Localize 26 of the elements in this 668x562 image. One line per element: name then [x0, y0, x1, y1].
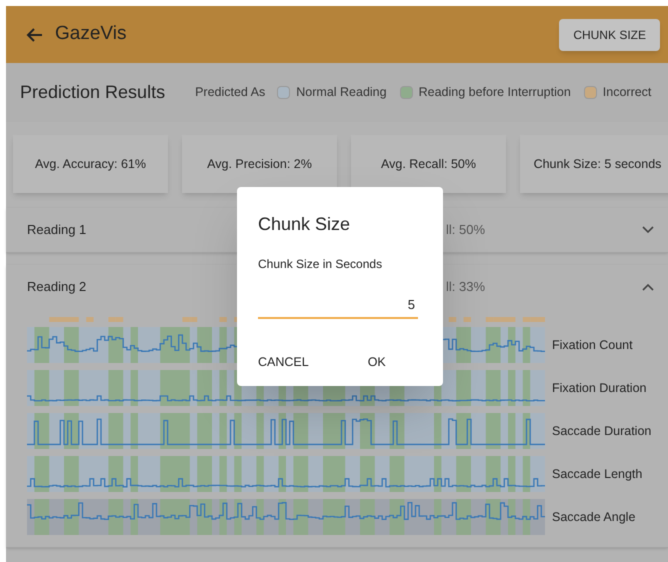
dialog-button[interactable]: CANCEL [252, 348, 315, 376]
chart-label: Saccade Angle [552, 508, 636, 526]
metric-card: Avg. Precision: 2% [182, 135, 337, 193]
chart-label: Saccade Length [552, 466, 642, 483]
chart-label: Fixation Count [552, 336, 633, 354]
dialog-title: Chunk Size [258, 213, 352, 236]
reading-summary: ll: 33% [446, 278, 486, 296]
field-label: Chunk Size in Seconds [258, 256, 384, 273]
chevron-down-icon[interactable] [642, 226, 654, 234]
metric-card: Avg. Accuracy: 61% [13, 135, 168, 193]
chart-label: Saccade Duration [552, 422, 652, 440]
legend-text: Normal Reading [296, 84, 387, 102]
dialog-button[interactable]: OK [338, 348, 415, 376]
metric-card: Chunk Size: 5 seconds [520, 135, 668, 193]
chunk-size-button[interactable]: CHUNK SIZE [559, 18, 660, 50]
metric-card: Avg. Recall: 50% [351, 135, 506, 193]
section-title: Prediction Results [20, 81, 166, 104]
legend-text: Reading before Interruption [418, 84, 571, 102]
legend-label: Predicted As [195, 84, 266, 102]
chunk-size-input[interactable]: 5 [258, 295, 418, 318]
back-arrow-icon[interactable] [26, 26, 43, 42]
app-title: GazeVis [55, 22, 126, 46]
chevron-up-icon[interactable] [642, 283, 654, 291]
chart-label: Fixation Duration [552, 380, 646, 397]
reading-summary: ll: 50% [446, 221, 486, 240]
legend-text: Incorrect [602, 84, 652, 102]
